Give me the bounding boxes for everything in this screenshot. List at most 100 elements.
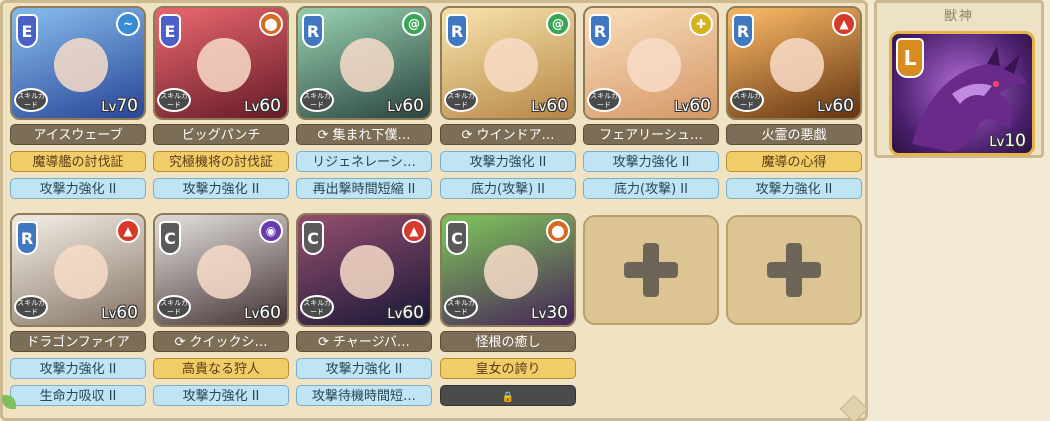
skill-name-bar[interactable]: ⟳ 集まれ下僕…	[296, 124, 432, 145]
ability-name: 攻撃力強化 II	[39, 362, 117, 377]
ability-bar[interactable]: 底力(攻撃) II	[583, 178, 719, 199]
unit-face	[340, 38, 394, 92]
add-unit-slot[interactable]	[583, 215, 719, 325]
skill-name-bar[interactable]: 怪根の癒し	[440, 331, 576, 352]
skill-name: アイスウェーブ	[33, 128, 123, 143]
unit-card[interactable]: R @ スキルカード Lv60	[296, 6, 432, 120]
ability-name: 魔導の心得	[761, 155, 827, 170]
skill-name-bar[interactable]: ⟳ クイックシ…	[153, 331, 289, 352]
plus-icon	[767, 243, 821, 297]
plus-icon	[624, 243, 678, 297]
rarity-badge: C	[446, 221, 468, 255]
ability-bar[interactable]: 高貴なる狩人	[153, 358, 289, 379]
skill-card-badge: スキルカード	[157, 295, 191, 319]
rarity-badge: R	[446, 14, 468, 48]
wind-element-icon: @	[546, 12, 570, 36]
ability-bar[interactable]: 皇女の誇り	[440, 358, 576, 379]
ability-name: 高貴なる狩人	[181, 362, 260, 377]
unit-level: Lv30	[531, 303, 568, 323]
ability-name: 魔導艦の討伐証	[32, 155, 124, 170]
unit-face	[484, 245, 538, 299]
wind-element-icon: @	[402, 12, 426, 36]
unit-card[interactable]: E ~ スキルカード Lv70	[10, 6, 146, 120]
skill-name: 火霊の悪戯	[761, 128, 827, 143]
ability-bar[interactable]: リジェネレーシ…	[296, 151, 432, 172]
unit-level: Lv60	[531, 96, 568, 116]
ability-bar[interactable]: 魔導の心得	[726, 151, 862, 172]
skill-name: 集まれ下僕…	[332, 128, 411, 143]
add-unit-slot[interactable]	[726, 215, 862, 325]
ability-name: 究極機将の討伐証	[168, 155, 273, 170]
skill-name: ビッグパンチ	[181, 128, 261, 143]
fire-element-icon: ⬤	[259, 12, 283, 36]
rarity-badge: R	[589, 14, 611, 48]
skill-card-badge: スキルカード	[157, 88, 191, 112]
ability-name: 攻撃待機時間短…	[311, 389, 416, 404]
rarity-badge: R	[302, 14, 324, 48]
skill-name: ドラゴンファイア	[26, 335, 130, 350]
unit-face	[197, 38, 251, 92]
unit-card[interactable]: E ⬤ スキルカード Lv60	[153, 6, 289, 120]
locked-ability-bar: 🔒	[440, 385, 576, 406]
unit-card[interactable]: R ▲ スキルカード Lv60	[726, 6, 862, 120]
skill-name-bar[interactable]: ⟳ ウインドア…	[440, 124, 576, 145]
unit-card[interactable]: R ▲ スキルカード Lv60	[10, 213, 146, 327]
skill-name-bar[interactable]: ビッグパンチ	[153, 124, 289, 145]
ability-bar[interactable]: 攻撃力強化 II	[153, 178, 289, 199]
rarity-badge: R	[16, 221, 38, 255]
beast-rarity-badge: L	[896, 38, 924, 78]
ability-name: 底力(攻撃) II	[614, 182, 688, 197]
unit-face	[197, 245, 251, 299]
fire-element-icon: ▲	[402, 219, 426, 243]
ability-bar[interactable]: 攻撃力強化 II	[10, 358, 146, 379]
ability-bar[interactable]: 究極機将の討伐証	[153, 151, 289, 172]
skill-name: ウインドア…	[476, 128, 555, 143]
ability-bar[interactable]: 攻撃力強化 II	[296, 358, 432, 379]
fire-element-icon: ⬤	[546, 219, 570, 243]
unit-card[interactable]: C ⬤ スキルカード Lv30	[440, 213, 576, 327]
ability-bar[interactable]: 攻撃力強化 II	[583, 151, 719, 172]
ability-bar[interactable]: 攻撃力強化 II	[10, 178, 146, 199]
ability-bar[interactable]: 攻撃力強化 II	[440, 151, 576, 172]
ability-name: 攻撃力強化 II	[755, 182, 833, 197]
skill-name-bar[interactable]: フェアリーシュ…	[583, 124, 719, 145]
skill-name-bar[interactable]: 火霊の悪戯	[726, 124, 862, 145]
skill-name-bar[interactable]: ⟳ チャージバ…	[296, 331, 432, 352]
unit-card[interactable]: R ✚ スキルカード Lv60	[583, 6, 719, 120]
unit-card[interactable]: R @ スキルカード Lv60	[440, 6, 576, 120]
unit-level: Lv70	[101, 96, 138, 116]
skill-name: クイックシ…	[189, 335, 268, 350]
unit-face	[340, 245, 394, 299]
ability-name: 皇女の誇り	[475, 362, 541, 377]
skill-card-badge: スキルカード	[300, 88, 334, 112]
ability-bar[interactable]: 攻撃力強化 II	[726, 178, 862, 199]
skill-name-bar[interactable]: ドラゴンファイア	[10, 331, 146, 352]
unit-level: Lv60	[387, 96, 424, 116]
ability-bar[interactable]: 再出撃時間短縮 II	[296, 178, 432, 199]
beast-level-label: Lv10	[989, 131, 1026, 151]
ability-bar[interactable]: 底力(攻撃) II	[440, 178, 576, 199]
beast-god-title: 獣神	[943, 9, 974, 24]
unit-card[interactable]: C ◉ スキルカード Lv60	[153, 213, 289, 327]
ability-bar[interactable]: 攻撃待機時間短…	[296, 385, 432, 406]
ability-name: 攻撃力強化 II	[469, 155, 547, 170]
ability-name: 攻撃力強化 II	[182, 182, 260, 197]
unit-card[interactable]: C ▲ スキルカード Lv60	[296, 213, 432, 327]
skill-card-badge: スキルカード	[300, 295, 334, 319]
ability-name: 底力(攻撃) II	[471, 182, 545, 197]
rarity-badge: C	[159, 221, 181, 255]
unit-face	[484, 38, 538, 92]
skill-name-bar[interactable]: アイスウェーブ	[10, 124, 146, 145]
skill-card-badge: スキルカード	[14, 295, 48, 319]
skill-card-badge: スキルカード	[444, 88, 478, 112]
beast-god-card[interactable]: L Lv10	[889, 31, 1035, 156]
ability-bar[interactable]: 魔導艦の討伐証	[10, 151, 146, 172]
skill-name: 怪根の癒し	[475, 335, 541, 350]
ability-bar[interactable]: 生命力吸収 II	[10, 385, 146, 406]
ability-bar[interactable]: 攻撃力強化 II	[153, 385, 289, 406]
fire-element-icon: ▲	[116, 219, 140, 243]
beast-god-panel: 獣神 L Lv10	[874, 0, 1044, 158]
ability-name: 再出撃時間短縮 II	[312, 182, 416, 197]
skill-name: フェアリーシュ…	[599, 128, 703, 143]
unit-face	[770, 38, 824, 92]
